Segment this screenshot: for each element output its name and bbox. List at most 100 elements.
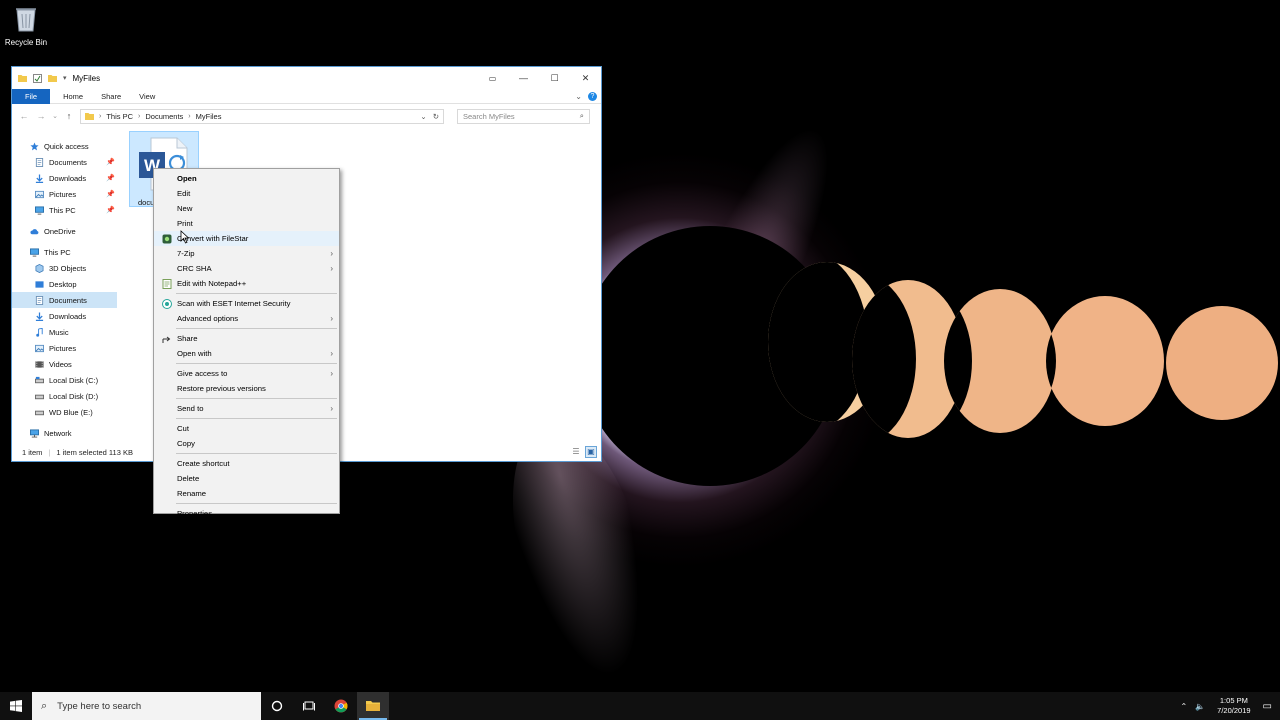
- breadcrumb-documents[interactable]: Documents: [145, 112, 183, 121]
- details-view-icon[interactable]: ☰: [570, 446, 582, 458]
- up-arrow-icon[interactable]: ↑: [63, 111, 75, 121]
- close-button[interactable]: ✕: [570, 67, 601, 89]
- quick-access-dropdown-icon[interactable]: ▾: [63, 74, 67, 82]
- menu-item-send-to[interactable]: Send to ›: [154, 401, 339, 416]
- cortana-button[interactable]: [261, 692, 293, 720]
- computer-icon: [30, 247, 39, 257]
- sidebar-item-pictures[interactable]: Pictures 📌: [12, 186, 117, 202]
- address-bar[interactable]: › This PC › Documents › MyFiles ⌄ ↻: [80, 108, 444, 124]
- clock-time: 1:05 PM: [1219, 696, 1248, 705]
- minimize-button[interactable]: —: [508, 67, 539, 89]
- recycle-bin-shortcut[interactable]: Recycle Bin: [4, 4, 48, 47]
- menu-item-7zip[interactable]: 7-Zip ›: [154, 246, 339, 261]
- sidebar-item-desktop[interactable]: Desktop: [12, 276, 117, 292]
- notifications-icon[interactable]: ▭: [1263, 701, 1272, 712]
- menu-item-share[interactable]: Share: [154, 331, 339, 346]
- sidebar-item-this-pc[interactable]: This PC: [12, 244, 117, 260]
- sidebar-item-music[interactable]: Music: [12, 324, 117, 340]
- menu-item-label: CRC SHA: [177, 264, 212, 273]
- menu-item-print[interactable]: Print: [154, 216, 339, 231]
- menu-separator: [176, 398, 337, 399]
- sidebar-item-this-pc-pinned[interactable]: This PC 📌: [12, 202, 117, 218]
- sidebar-item-local-disk-c[interactable]: Local Disk (C:): [12, 372, 117, 388]
- large-icons-view-icon[interactable]: ▣: [585, 446, 597, 458]
- sidebar-item-label: OneDrive: [44, 226, 76, 236]
- expand-ribbon-icon[interactable]: ⌄: [575, 92, 582, 101]
- chevron-right-icon: ›: [99, 112, 102, 120]
- clock[interactable]: 1:05 PM 7/20/2019: [1217, 696, 1250, 716]
- menu-item-label: Advanced options: [177, 314, 239, 323]
- ribbon-tabs: File Home Share View ⌄ ?: [12, 88, 601, 104]
- menu-item-cut[interactable]: Cut: [154, 421, 339, 436]
- sidebar-item-quick-access[interactable]: Quick access: [12, 138, 117, 154]
- sidebar-item-label: WD Blue (E:): [49, 407, 93, 417]
- start-button[interactable]: [0, 692, 32, 720]
- sidebar-item-label: Network: [44, 428, 72, 438]
- navigation-bar: ← → ⌄ ↑ › This PC › Documents › MyFiles …: [12, 104, 601, 128]
- forward-arrow-icon[interactable]: →: [35, 111, 47, 121]
- recent-locations-icon[interactable]: ⌄: [52, 112, 58, 120]
- search-icon: ⌕: [41, 699, 48, 712]
- volume-icon[interactable]: 🔈: [1195, 702, 1205, 711]
- mouse-cursor-icon: [180, 230, 190, 244]
- help-icon[interactable]: ?: [588, 91, 597, 101]
- menu-item-open[interactable]: Open: [154, 171, 339, 186]
- pictures-icon: [35, 190, 44, 198]
- drive-icon: [35, 394, 44, 399]
- refresh-icon[interactable]: ↻: [433, 112, 439, 121]
- partial-sun: [944, 289, 1056, 433]
- taskbar-search-box[interactable]: ⌕ Type here to search: [32, 692, 261, 720]
- properties-icon[interactable]: [33, 73, 42, 83]
- file-explorer-taskbar-button[interactable]: [357, 692, 389, 720]
- sidebar-item-3d-objects[interactable]: 3D Objects: [12, 260, 117, 276]
- back-arrow-icon[interactable]: ←: [18, 111, 30, 121]
- sidebar-item-network[interactable]: Network: [12, 425, 117, 441]
- show-hidden-icons-icon[interactable]: ⌃: [1181, 702, 1188, 711]
- tab-share[interactable]: Share: [92, 89, 130, 104]
- search-input[interactable]: Search MyFiles ⌕: [457, 108, 590, 124]
- menu-item-properties[interactable]: Properties: [154, 506, 339, 521]
- tab-view[interactable]: View: [130, 89, 164, 104]
- sidebar-item-documents-pc[interactable]: Documents: [12, 292, 117, 308]
- menu-item-notepad-plus[interactable]: Edit with Notepad++: [154, 276, 339, 291]
- chrome-taskbar-button[interactable]: [325, 692, 357, 720]
- menu-item-edit[interactable]: Edit: [154, 186, 339, 201]
- task-view-button[interactable]: [293, 692, 325, 720]
- chevron-right-icon: ›: [188, 112, 191, 120]
- sidebar-item-wd-blue-e[interactable]: WD Blue (E:): [12, 404, 117, 420]
- sidebar-item-videos[interactable]: Videos: [12, 356, 117, 372]
- breadcrumb-this-pc[interactable]: This PC: [106, 112, 133, 121]
- breadcrumb-myfiles[interactable]: MyFiles: [196, 112, 222, 121]
- sidebar-item-label: Documents: [49, 295, 87, 305]
- menu-item-restore-versions[interactable]: Restore previous versions: [154, 381, 339, 396]
- menu-item-give-access[interactable]: Give access to ›: [154, 366, 339, 381]
- menu-item-advanced-options[interactable]: Advanced options ›: [154, 311, 339, 326]
- menu-item-crc-sha[interactable]: CRC SHA ›: [154, 261, 339, 276]
- menu-item-new[interactable]: New: [154, 201, 339, 216]
- menu-separator: [176, 453, 337, 454]
- sidebar-item-documents[interactable]: Documents 📌: [12, 154, 117, 170]
- sidebar-item-local-disk-d[interactable]: Local Disk (D:): [12, 388, 117, 404]
- menu-item-delete[interactable]: Delete: [154, 471, 339, 486]
- sidebar-item-label: Music: [49, 327, 69, 337]
- sidebar-item-downloads-pc[interactable]: Downloads: [12, 308, 117, 324]
- tab-home[interactable]: Home: [54, 89, 92, 104]
- sidebar-item-onedrive[interactable]: OneDrive: [12, 223, 117, 239]
- menu-item-copy[interactable]: Copy: [154, 436, 339, 451]
- sidebar-item-label: This PC: [44, 247, 71, 257]
- sidebar-item-downloads[interactable]: Downloads 📌: [12, 170, 117, 186]
- menu-separator: [176, 328, 337, 329]
- sidebar-item-label: Pictures: [49, 189, 77, 199]
- maximize-button[interactable]: ☐: [539, 67, 570, 89]
- menu-item-rename[interactable]: Rename: [154, 486, 339, 501]
- sidebar-item-pictures-pc[interactable]: Pictures: [12, 340, 117, 356]
- new-folder-icon[interactable]: [48, 74, 57, 83]
- submenu-arrow-icon: ›: [330, 404, 333, 413]
- menu-item-open-with[interactable]: Open with ›: [154, 346, 339, 361]
- menu-item-create-shortcut[interactable]: Create shortcut: [154, 456, 339, 471]
- address-dropdown-icon[interactable]: ⌄: [420, 112, 426, 121]
- menu-item-eset-scan[interactable]: Scan with ESET Internet Security: [154, 296, 339, 311]
- cast-icon[interactable]: ▭: [477, 67, 508, 89]
- download-arrow-icon: [35, 173, 44, 183]
- tab-file[interactable]: File: [12, 88, 51, 104]
